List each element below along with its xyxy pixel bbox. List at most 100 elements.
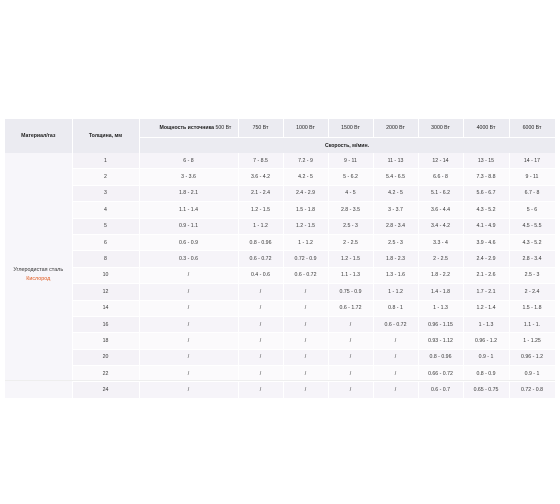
header-power-4000: 4000 Вт — [463, 119, 510, 138]
cutting-speed-table-container: Материал/газ Толщина, мм Мощность источн… — [5, 119, 556, 399]
speed-cell: 1 - 1.3 — [418, 300, 464, 317]
speed-cell: 2.1 - 2.4 — [238, 185, 284, 203]
speed-cell: 1 - 1.2 — [283, 234, 329, 252]
table-body: Углеродистая сталь Кислород 1 6 - 87 - 8.5 7… — [5, 153, 556, 399]
speed-cell: / — [238, 300, 284, 317]
speed-cell: 1.8 - 2.2 — [418, 267, 464, 285]
speed-cell: 4.2 - 5 — [283, 168, 329, 186]
speed-cell: 0.8 - 0.96 — [238, 234, 284, 252]
speed-cell: / — [283, 349, 329, 367]
thickness-cell: 3 — [72, 185, 140, 203]
speed-cell: 1.8 - 2.3 — [373, 250, 419, 268]
header-power-2000: 2000 Вт — [373, 119, 419, 138]
speed-cell: 5.6 - 6.7 — [463, 185, 510, 203]
thickness-cell: 5 — [72, 218, 140, 235]
table-row: 20// / //0.8 - 0.96 0.9 - 1 0.96 - 1.2 — [5, 349, 556, 367]
speed-cell: 3 - 3.7 — [373, 201, 419, 219]
speed-cell: 1 - 1.3 — [463, 316, 510, 334]
speed-cell: 0.6 - 0.72 — [373, 316, 419, 334]
speed-cell: 4.5 - 5.5 — [509, 218, 556, 235]
speed-cell: 5 - 6 — [509, 201, 556, 219]
speed-cell: 9 - 11 — [509, 168, 556, 186]
thickness-cell: 8 — [72, 250, 140, 268]
speed-cell: 2.8 - 3.4 — [509, 250, 556, 268]
speed-cell: 4.3 - 5.2 — [463, 201, 510, 219]
speed-cell: / — [328, 381, 374, 399]
speed-cell: 0.96 - 1.15 — [418, 316, 464, 334]
thickness-cell: 4 — [72, 201, 140, 219]
speed-cell: / — [328, 332, 374, 350]
speed-cell: 2.5 - 3 — [373, 234, 419, 252]
speed-cell: 6 - 8 — [139, 153, 239, 170]
speed-cell: 2.1 - 2.6 — [463, 267, 510, 285]
speed-cell: 2 - 2.4 — [509, 283, 556, 301]
speed-cell: 1.2 - 1.5 — [283, 218, 329, 235]
speed-cell: / — [139, 267, 239, 285]
speed-cell: 0.6 - 0.72 — [283, 267, 329, 285]
header-power-750: 750 Вт — [238, 119, 284, 138]
table-row: 14///0.6 - 1.72 0.8 - 11 - 1.3 1.2 - 1.4 1.… — [5, 300, 556, 317]
header-power-6000: 6000 Вт — [509, 119, 556, 138]
thickness-cell: 6 — [72, 234, 140, 252]
table-row: 10/0.4 - 0.6 0.6 - 0.72 1.1 - 1.3 1.3 - 1.6… — [5, 267, 556, 285]
speed-cell: 12 - 14 — [418, 153, 464, 170]
speed-cell: 2.5 - 3 — [509, 267, 556, 285]
speed-cell: / — [373, 332, 419, 350]
speed-cell: 4.1 - 4.9 — [463, 218, 510, 235]
speed-cell: 0.8 - 0.96 — [418, 349, 464, 367]
material-cell: Углеродистая сталь Кислород — [5, 153, 73, 399]
speed-cell: 7.2 - 9 — [283, 153, 329, 170]
speed-cell: 0.8 - 1 — [373, 300, 419, 317]
speed-cell: / — [139, 300, 239, 317]
speed-cell: 1.7 - 2.1 — [463, 283, 510, 301]
speed-cell: 1.2 - 1.4 — [463, 300, 510, 317]
speed-cell: 2.5 - 3 — [328, 218, 374, 235]
thickness-cell: 10 — [72, 267, 140, 285]
speed-cell: 2 - 2.5 — [328, 234, 374, 252]
table-row: 4 1.1 - 1.4 1.2 - 1.5 1.5 - 1.8 2.8 - 3.5 3 -… — [5, 201, 556, 219]
speed-cell: 3.9 - 4.6 — [463, 234, 510, 252]
header-power-500: 500 Вт — [215, 125, 232, 131]
speed-cell: / — [373, 381, 419, 399]
speed-cell: / — [328, 349, 374, 367]
header-power-1500: 1500 Вт — [328, 119, 374, 138]
table-row: 24// / //0.6 - 0.7 0.65 - 0.75 0.72 - 0.8 — [5, 381, 556, 399]
speed-cell: 1.1 - 1. — [509, 316, 556, 334]
speed-cell: 0.65 - 0.75 — [463, 381, 510, 399]
header-power: Мощность источника 500 Вт — [139, 119, 239, 138]
table-bottom-divider — [5, 380, 555, 381]
speed-cell: / — [139, 349, 239, 367]
speed-cell: / — [283, 381, 329, 399]
table-row: 18// / //0.93 - 1.12 0.96 - 1.2 1 - 1.25 — [5, 332, 556, 350]
speed-cell: 0.72 - 0.9 — [283, 250, 329, 268]
speed-cell: / — [238, 332, 284, 350]
speed-cell: 9 - 11 — [328, 153, 374, 170]
speed-cell: 0.4 - 0.6 — [238, 267, 284, 285]
speed-cell: 2.8 - 3.5 — [328, 201, 374, 219]
table-row: 5 0.9 - 1.1 1 - 1.2 1.2 - 1.5 2.5 - 3 2.8 - 3… — [5, 218, 556, 235]
speed-cell: 0.9 - 1 — [463, 349, 510, 367]
speed-cell: 1.2 - 1.5 — [328, 250, 374, 268]
thickness-cell: 2 — [72, 168, 140, 186]
speed-cell: 0.93 - 1.12 — [418, 332, 464, 350]
speed-cell: 5 - 6.2 — [328, 168, 374, 186]
speed-cell: 7.3 - 8.8 — [463, 168, 510, 186]
speed-cell: 5.1 - 6.2 — [418, 185, 464, 203]
speed-cell: 7 - 8.5 — [238, 153, 284, 170]
speed-cell: 6.7 - 8 — [509, 185, 556, 203]
speed-cell: / — [139, 381, 239, 399]
speed-cell: 2.4 - 2.9 — [283, 185, 329, 203]
speed-cell: 6.6 - 8 — [418, 168, 464, 186]
speed-cell: 0.3 - 0.6 — [139, 250, 239, 268]
speed-cell: 0.75 - 0.9 — [328, 283, 374, 301]
speed-cell: 4 - 5 — [328, 185, 374, 203]
speed-cell: / — [283, 283, 329, 301]
speed-cell: / — [238, 283, 284, 301]
table-row: 8 0.3 - 0.6 0.6 - 0.72 0.72 - 0.9 1.2 - 1.5 1… — [5, 250, 556, 268]
speed-cell: 0.6 - 0.72 — [238, 250, 284, 268]
speed-cell: 0.96 - 1.2 — [509, 349, 556, 367]
speed-cell: 3 - 3.6 — [139, 168, 239, 186]
speed-cell: / — [283, 316, 329, 334]
speed-cell: 1.1 - 1.3 — [328, 267, 374, 285]
header-power-1000: 1000 Вт — [283, 119, 329, 138]
